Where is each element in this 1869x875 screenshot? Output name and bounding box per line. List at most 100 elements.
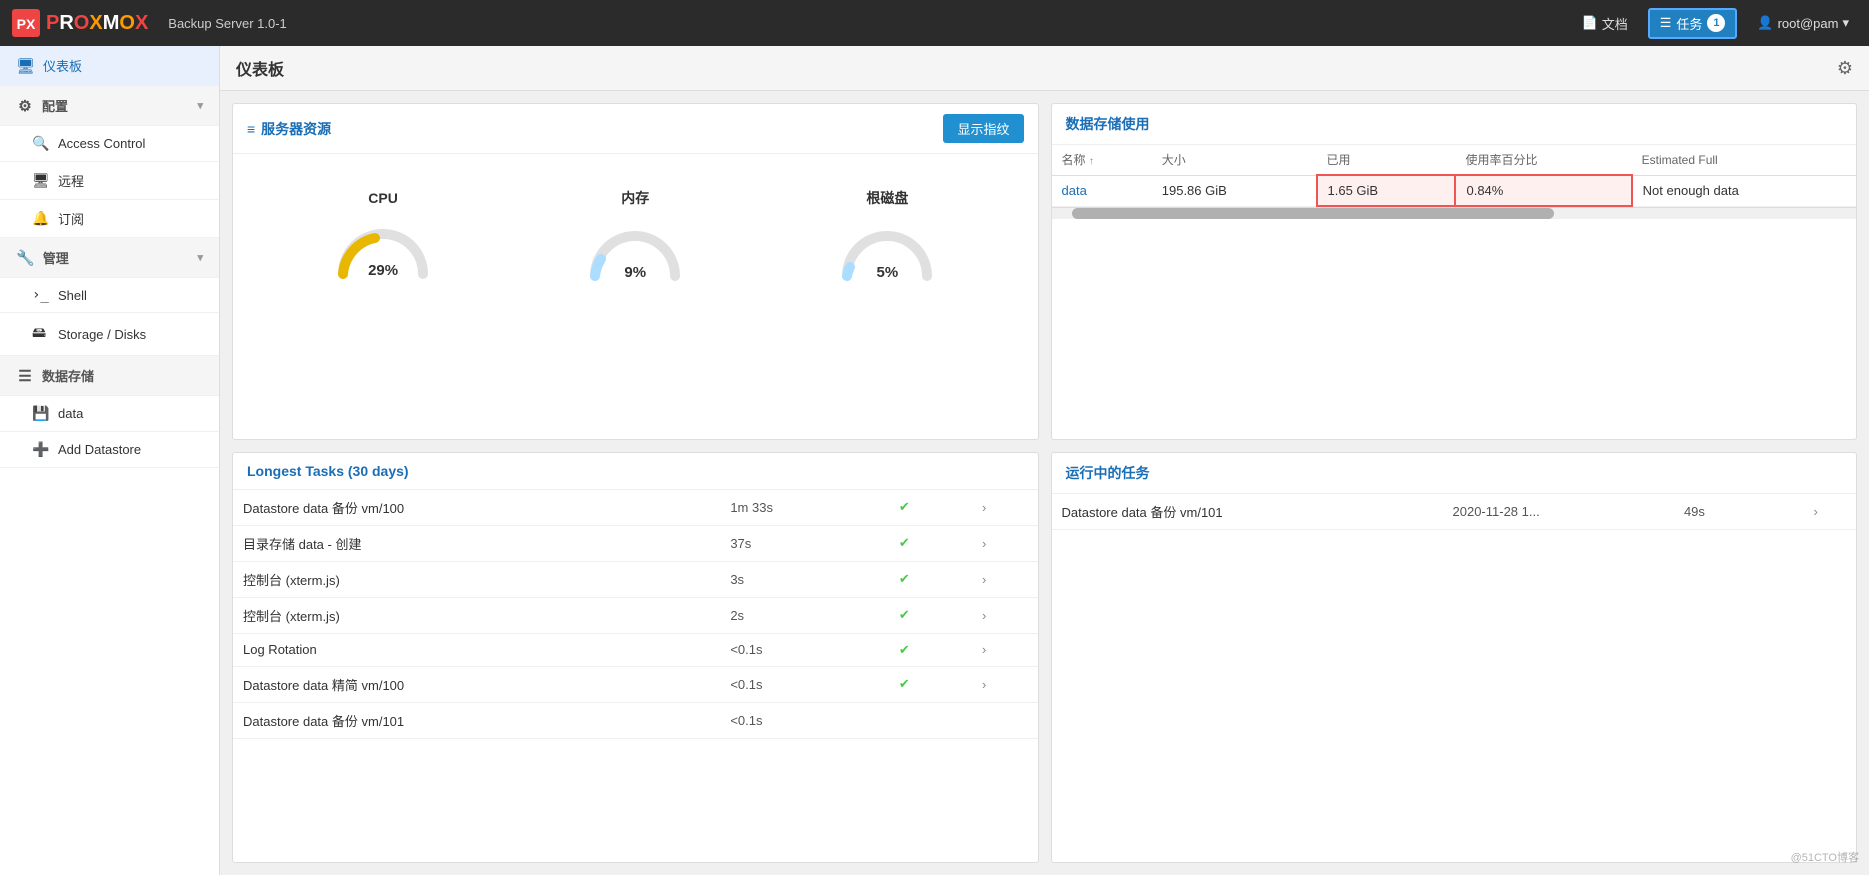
task-nav-arrow[interactable]: › xyxy=(972,561,1038,597)
sidebar-add-datastore-label: Add Datastore xyxy=(58,442,141,457)
server-resources-header: ≡ 服务器资源 显示指纹 xyxy=(233,104,1038,154)
cpu-label: CPU xyxy=(368,190,398,206)
sidebar-item-dashboard[interactable]: 🖥 仪表板 xyxy=(0,46,219,86)
storage-cell-used: 1.65 GiB xyxy=(1317,175,1456,206)
running-tasks-table: Datastore data 备份 vm/101 2020-11-28 1...… xyxy=(1052,494,1857,530)
sidebar-subscription-label: 订阅 xyxy=(58,209,84,228)
col-name-header[interactable]: 名称 ↑ xyxy=(1052,145,1152,175)
sidebar: 🖥 仪表板 ⚙ 配置 ▾ 🔍 Access Control 🖥 远程 🔔 订阅 … xyxy=(0,46,220,875)
task-name: Datastore data 备份 vm/101 xyxy=(233,702,720,738)
user-dropdown-icon: ▾ xyxy=(1842,15,1849,31)
task-row: 控制台 (xterm.js) 2s ✔› xyxy=(233,597,1038,633)
task-nav-arrow[interactable]: › xyxy=(972,597,1038,633)
sidebar-storage-disks-label: Storage / Disks xyxy=(58,327,146,342)
storage-scrollbar-thumb xyxy=(1072,208,1555,219)
task-row: Log Rotation <0.1s ✔› xyxy=(233,633,1038,666)
running-task-row: Datastore data 备份 vm/101 2020-11-28 1...… xyxy=(1052,494,1857,530)
tasks-button[interactable]: ☰ 任务 1 xyxy=(1648,8,1738,39)
task-nav-arrow[interactable]: › xyxy=(972,666,1038,702)
datastorage-icon: ☰ xyxy=(16,367,34,385)
task-name: Log Rotation xyxy=(233,633,720,666)
task-status: ✔ xyxy=(889,666,972,702)
longest-tasks-header: Longest Tasks (30 days) xyxy=(233,453,1038,490)
data-storage-panel: 数据存储使用 名称 ↑ 大小 已用 使用率百分比 xyxy=(1051,103,1858,440)
storage-table-row: data 195.86 GiB 1.65 GiB 0.84% Not enoug… xyxy=(1052,175,1857,206)
memory-gauge-container: 9% xyxy=(580,216,690,281)
cpu-gauge: CPU 29% xyxy=(328,190,438,279)
task-row: 控制台 (xterm.js) 3s ✔› xyxy=(233,561,1038,597)
storage-cell-name: data xyxy=(1052,175,1152,206)
storage-scrollbar[interactable] xyxy=(1052,207,1857,219)
task-duration: 3s xyxy=(720,561,889,597)
settings-icon[interactable]: ⚙ xyxy=(1837,58,1853,79)
task-status: ✔ xyxy=(889,490,972,526)
user-label: root@pam xyxy=(1778,16,1839,31)
task-nav-arrow[interactable]: › xyxy=(972,633,1038,666)
add-datastore-icon: ➕ xyxy=(32,441,50,458)
sidebar-item-shell[interactable]: ›_ Shell xyxy=(0,278,219,313)
storage-cell-usage-pct: 0.84% xyxy=(1455,175,1631,206)
server-resources-panel: ≡ 服务器资源 显示指纹 CPU xyxy=(232,103,1039,440)
task-nav-arrow[interactable]: › xyxy=(972,525,1038,561)
sidebar-management-label: 管理 xyxy=(43,248,69,267)
running-task-duration: 49s xyxy=(1674,494,1804,530)
col-size-header[interactable]: 大小 xyxy=(1152,145,1317,175)
running-task-nav-arrow[interactable]: › xyxy=(1803,494,1856,530)
management-icon: 🔧 xyxy=(16,249,35,267)
proxmox-logo-icon: PX xyxy=(12,9,40,37)
config-arrow: ▾ xyxy=(197,99,203,112)
sort-arrow: ↑ xyxy=(1089,156,1094,167)
sidebar-item-add-datastore[interactable]: ➕ Add Datastore xyxy=(0,432,219,468)
running-tasks-panel: 运行中的任务 Datastore data 备份 vm/101 2020-11-… xyxy=(1051,452,1858,864)
task-name: 控制台 (xterm.js) xyxy=(233,561,720,597)
sidebar-section-config: ⚙ 配置 ▾ xyxy=(0,86,219,126)
memory-label: 内存 xyxy=(621,188,649,208)
sidebar-access-control-label: Access Control xyxy=(58,136,145,151)
tasks-label: 任务 xyxy=(1676,14,1702,33)
config-icon: ⚙ xyxy=(16,97,34,115)
server-resources-body: CPU 29% xyxy=(233,154,1038,315)
data-icon: 💾 xyxy=(32,405,50,422)
longest-tasks-panel: Longest Tasks (30 days) Datastore data 备… xyxy=(232,452,1039,864)
sidebar-item-remote[interactable]: 🖥 远程 xyxy=(0,162,219,200)
sidebar-item-subscription[interactable]: 🔔 订阅 xyxy=(0,200,219,238)
docs-button[interactable]: 📄 文档 xyxy=(1574,10,1636,37)
task-duration: <0.1s xyxy=(720,666,889,702)
task-duration: <0.1s xyxy=(720,702,889,738)
storage-cell-estimated-full: Not enough data xyxy=(1632,175,1856,206)
col-used-header[interactable]: 已用 xyxy=(1317,145,1456,175)
page-title: 仪表板 xyxy=(236,56,284,80)
server-resources-title-text: 服务器资源 xyxy=(261,119,331,139)
cpu-gauge-container: 29% xyxy=(328,214,438,279)
user-menu-button[interactable]: 👤 root@pam ▾ xyxy=(1749,11,1857,35)
storage-cell-size: 195.86 GiB xyxy=(1152,175,1317,206)
sidebar-item-access-control[interactable]: 🔍 Access Control xyxy=(0,126,219,162)
show-metrics-button[interactable]: 显示指纹 xyxy=(943,114,1023,143)
logo: PX PROXMOX xyxy=(12,9,148,37)
task-status: ✔ xyxy=(889,525,972,561)
storage-disks-icon: 🖴 xyxy=(32,322,50,346)
running-task-time: 2020-11-28 1... xyxy=(1443,494,1674,530)
sidebar-config-label: 配置 xyxy=(42,96,68,115)
task-status xyxy=(889,702,972,738)
sidebar-dashboard-label: 仪表板 xyxy=(43,56,82,75)
col-usage-pct-header[interactable]: 使用率百分比 xyxy=(1455,145,1631,175)
sidebar-section-datastorage: ☰ 数据存储 xyxy=(0,356,219,396)
user-icon: 👤 xyxy=(1757,15,1773,31)
task-nav-arrow[interactable]: › xyxy=(972,490,1038,526)
subscription-icon: 🔔 xyxy=(32,210,50,227)
remote-icon: 🖥 xyxy=(32,172,50,189)
dashboard-icon: 🖥 xyxy=(16,57,35,75)
sidebar-item-data[interactable]: 💾 data xyxy=(0,396,219,432)
watermark: @51CTO博客 xyxy=(1791,849,1859,865)
sidebar-item-storage-disks[interactable]: 🖴 Storage / Disks xyxy=(0,313,219,356)
docs-label: 文档 xyxy=(1602,14,1628,33)
server-resources-icon: ≡ xyxy=(247,121,255,137)
product-subtitle: Backup Server 1.0-1 xyxy=(168,16,287,31)
logo-text: PROXMOX xyxy=(46,12,148,35)
running-task-name: Datastore data 备份 vm/101 xyxy=(1052,494,1443,530)
data-storage-title: 数据存储使用 xyxy=(1066,114,1150,134)
management-arrow: ▾ xyxy=(197,251,203,264)
col-estimated-full-header[interactable]: Estimated Full xyxy=(1632,145,1856,175)
task-nav-arrow xyxy=(972,702,1038,738)
